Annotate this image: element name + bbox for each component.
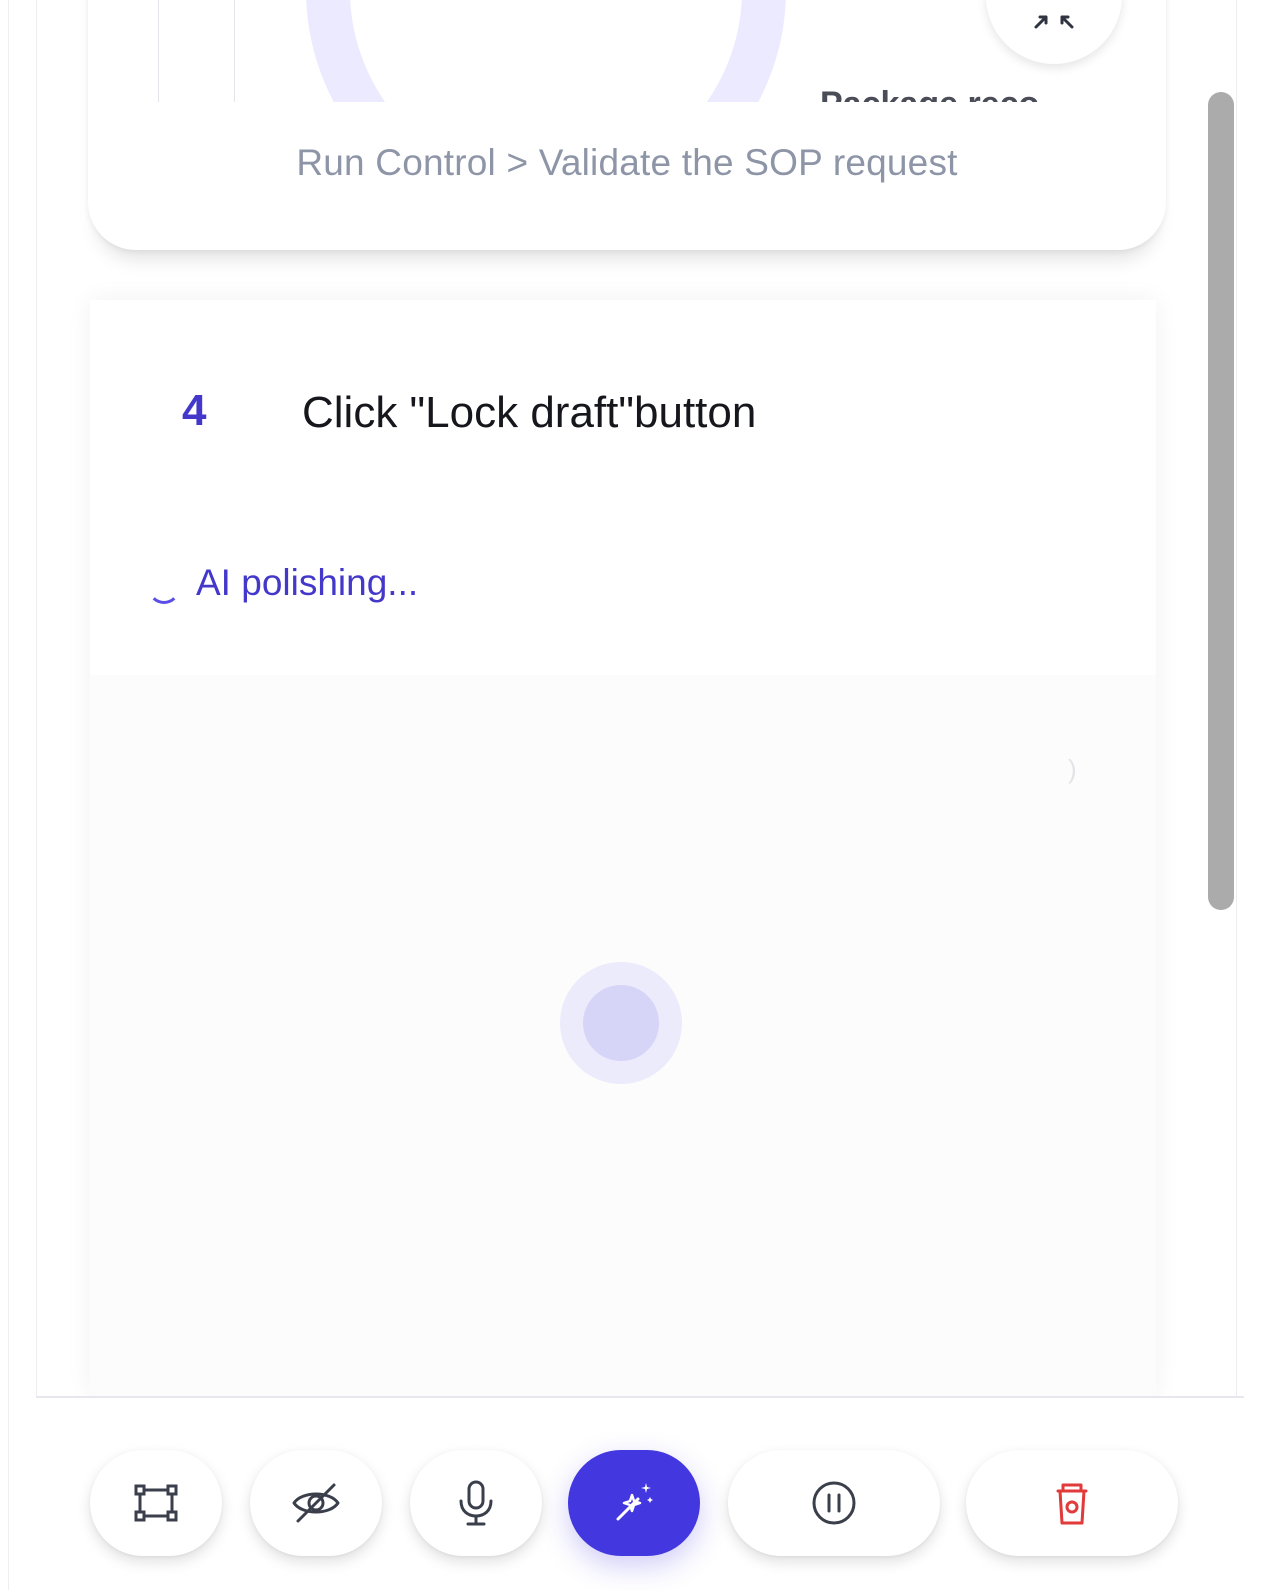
gutter-line (8, 0, 9, 1590)
trash-icon (1056, 1483, 1088, 1525)
crop-region-button[interactable] (90, 1450, 222, 1556)
gutter-line (1236, 0, 1237, 1590)
gutter-line (36, 0, 37, 1590)
preview-divider (158, 0, 159, 102)
ai-polishing-status: AI polishing... (148, 562, 418, 604)
collapse-arrows-icon (1034, 15, 1074, 29)
crop-frame-icon (134, 1484, 178, 1522)
spinner-icon (148, 572, 180, 604)
step-instruction[interactable]: Click "Lock draft"button (302, 388, 756, 438)
loading-indicator (560, 962, 682, 1084)
scrollbar-thumb[interactable] (1208, 92, 1234, 910)
faint-glyph: ) (1068, 754, 1077, 784)
microphone-icon (459, 1480, 493, 1526)
preview-chart-arc (306, 0, 786, 102)
ai-polishing-label: AI polishing... (196, 562, 419, 603)
app-window: Package reco Run Control > Validate the … (0, 0, 1280, 1590)
previous-step-card: Package reco Run Control > Validate the … (88, 0, 1166, 250)
breadcrumb: Run Control > Validate the SOP request (296, 142, 958, 183)
preview-divider (234, 0, 235, 102)
current-step-card: 4 Click "Lock draft"button AI polishing.… (90, 300, 1156, 1396)
eye-off-icon (292, 1483, 340, 1523)
bottom-toolbar (36, 1396, 1244, 1590)
microphone-button[interactable] (410, 1450, 542, 1556)
pause-circle-icon (812, 1481, 856, 1525)
preview-heading: Package reco (820, 82, 1039, 102)
sparkle-wand-icon (616, 1483, 653, 1521)
hide-button[interactable] (250, 1450, 382, 1556)
loading-dot (583, 985, 659, 1061)
ai-magic-button[interactable] (568, 1450, 700, 1556)
delete-button[interactable] (966, 1450, 1178, 1556)
step-number: 4 (182, 386, 207, 435)
pause-button[interactable] (728, 1450, 940, 1556)
